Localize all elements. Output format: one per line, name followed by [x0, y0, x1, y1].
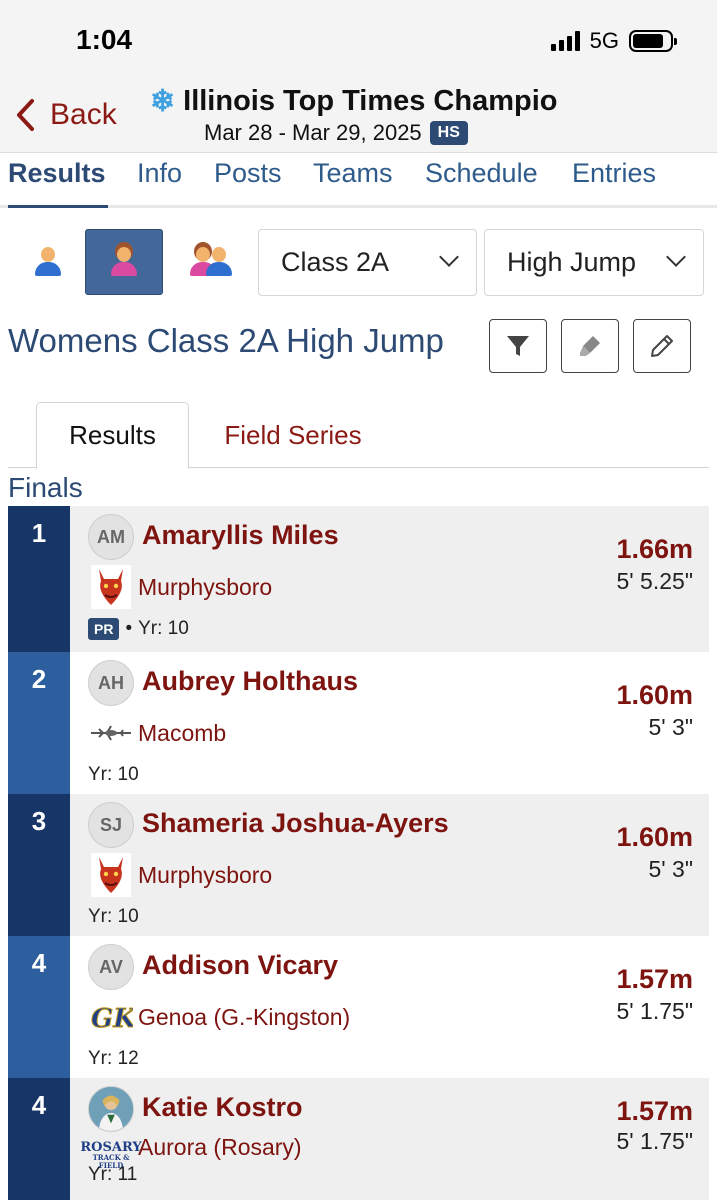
back-label: Back: [50, 98, 117, 131]
signal-icon: [550, 31, 580, 51]
tab-teams[interactable]: Teams: [313, 158, 393, 189]
result-row[interactable]: 2 AH Aubrey Holthaus Macomb Yr: 10 1.60m…: [8, 652, 709, 798]
tab-entries[interactable]: Entries: [572, 158, 656, 189]
red-devil-logo-icon: [88, 564, 134, 610]
active-tab-indicator: [8, 205, 108, 208]
subtab-results[interactable]: Results: [36, 402, 189, 469]
athlete-name[interactable]: Katie Kostro: [142, 1092, 303, 1123]
athlete-year: Yr: 12: [88, 1048, 139, 1069]
place-number: 3: [8, 794, 70, 940]
result-mark: 1.60m: [616, 822, 693, 852]
people-icon: [188, 247, 232, 277]
athlete-year: Yr: 10: [88, 906, 139, 927]
chevron-left-icon: [17, 99, 34, 131]
event-title: Womens Class 2A High Jump: [8, 322, 444, 359]
athlete-name[interactable]: Addison Vicary: [142, 950, 338, 981]
athlete-year: Yr: 11: [88, 1164, 138, 1185]
tab-info[interactable]: Info: [137, 158, 182, 189]
red-devil-logo-icon: [88, 852, 134, 898]
level-badge: HS: [429, 121, 468, 145]
tab-posts[interactable]: Posts: [214, 158, 282, 189]
team-name[interactable]: Genoa (G.-Kingston): [138, 1004, 350, 1031]
status-bar: 1:04 5G: [0, 0, 717, 80]
pencil-icon: [651, 335, 673, 357]
avatar: AH: [88, 660, 134, 706]
battery-icon: [629, 30, 677, 52]
meet-title: ❄ Illinois Top Times Champio: [150, 85, 558, 118]
imperial-mark: 5' 3": [648, 856, 693, 882]
highlighter-icon: [580, 336, 600, 356]
female-person-icon: [109, 247, 139, 277]
team-name[interactable]: Aurora (Rosary): [138, 1134, 302, 1161]
imperial-mark: 5' 5.25": [616, 568, 693, 594]
airplane-logo-icon: [88, 710, 134, 756]
place-number: 2: [8, 652, 70, 798]
avatar: SJ: [88, 802, 134, 848]
result-mark: 1.66m: [616, 534, 693, 564]
highlight-button[interactable]: [561, 319, 619, 373]
womens-filter-button[interactable]: [85, 229, 163, 295]
tab-results[interactable]: Results: [8, 158, 106, 189]
section-label: Finals: [8, 472, 83, 503]
male-person-icon: [33, 247, 63, 277]
filter-button[interactable]: [489, 319, 547, 373]
place-number: 4: [8, 1078, 70, 1200]
status-time: 1:04: [76, 24, 133, 55]
imperial-mark: 5' 3": [648, 714, 693, 740]
result-mark: 1.57m: [616, 1096, 693, 1126]
result-subtabs: Results Field Series: [8, 402, 709, 469]
pr-badge: PR: [88, 618, 120, 640]
svg-text:GK: GK: [91, 1004, 133, 1034]
result-row[interactable]: 4 AV Addison Vicary GK Genoa (G.-Kingsto…: [8, 936, 709, 1082]
place-number: 1: [8, 506, 70, 652]
result-row[interactable]: 1 AM Amaryllis Miles Murphysboro PR • Yr…: [8, 506, 709, 652]
imperial-mark: 5' 1.75": [616, 1128, 693, 1154]
athlete-name[interactable]: Shameria Joshua-Ayers: [142, 808, 449, 839]
snowflake-icon: ❄: [150, 85, 176, 118]
tab-schedule[interactable]: Schedule: [425, 158, 538, 189]
imperial-mark: 5' 1.75": [616, 998, 693, 1024]
result-row[interactable]: 4 Katie Kostro ROSARY TRACK & FIELD Auro…: [8, 1078, 709, 1200]
class-select[interactable]: Class 2A: [258, 229, 477, 296]
result-mark: 1.57m: [616, 964, 693, 994]
meet-tabs: Results Info Posts Teams Schedule Entrie…: [0, 152, 717, 208]
result-row[interactable]: 3 SJ Shameria Joshua-Ayers Murphysboro Y…: [8, 794, 709, 940]
nav-header: Back ❄ Illinois Top Times Champio Mar 28…: [0, 80, 717, 152]
gk-logo-icon: GK: [88, 994, 134, 1040]
chevron-down-icon: [439, 247, 459, 267]
avatar: AM: [88, 514, 134, 560]
subtab-field-series[interactable]: Field Series: [218, 402, 368, 468]
athlete-year: Yr: 10: [138, 618, 189, 639]
avatar: AV: [88, 944, 134, 990]
team-name[interactable]: Murphysboro: [138, 862, 272, 889]
athlete-name[interactable]: Aubrey Holthaus: [142, 666, 358, 697]
athlete-year: Yr: 10: [88, 764, 139, 785]
team-name[interactable]: Macomb: [138, 720, 226, 747]
athlete-name[interactable]: Amaryllis Miles: [142, 520, 339, 551]
place-number: 4: [8, 936, 70, 1082]
team-name[interactable]: Murphysboro: [138, 574, 272, 601]
event-select[interactable]: High Jump: [484, 229, 704, 296]
back-button[interactable]: Back: [14, 98, 117, 132]
all-genders-filter-button[interactable]: [170, 229, 250, 295]
result-mark: 1.60m: [616, 680, 693, 710]
athlete-photo: [88, 1086, 134, 1132]
meet-dates: Mar 28 - Mar 29, 2025 HS: [204, 120, 468, 146]
mens-filter-button[interactable]: [8, 229, 88, 295]
network-label: 5G: [589, 28, 619, 53]
filter-icon: [507, 336, 529, 356]
chevron-down-icon: [666, 247, 686, 267]
edit-button[interactable]: [633, 319, 691, 373]
